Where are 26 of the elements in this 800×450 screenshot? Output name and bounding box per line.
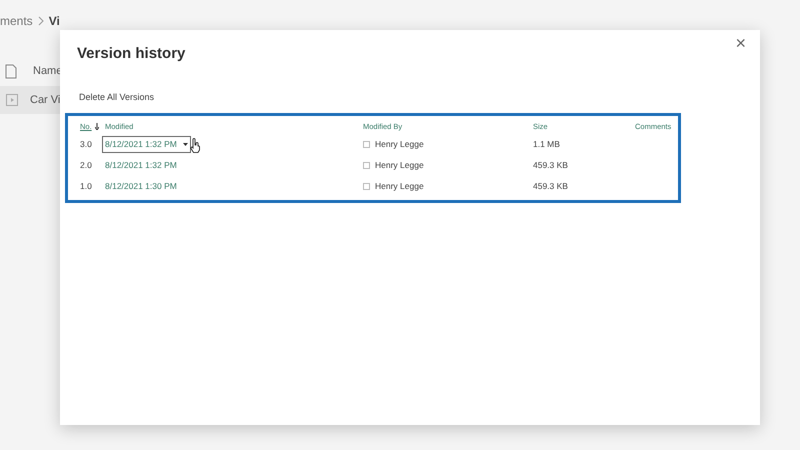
date-link[interactable]: 8/12/2021 1:32 PM [105, 158, 177, 172]
version-number: 3.0 [80, 138, 92, 149]
file-size: 1.1 MB [533, 138, 560, 149]
author-name[interactable]: Henry Legge [375, 180, 424, 192]
breadcrumb-item[interactable]: ments [0, 14, 33, 28]
sort-down-icon [94, 123, 99, 130]
date-dropdown-button[interactable]: 8/12/2021 1:32 PM [102, 136, 191, 152]
author-name[interactable]: Henry Legge [375, 158, 424, 172]
author-name[interactable]: Henry Legge [375, 138, 424, 150]
file-size: 459.3 KB [533, 160, 568, 170]
breadcrumb-item[interactable]: Vi [48, 14, 60, 28]
video-file-icon [6, 94, 18, 106]
presence-icon [363, 182, 370, 190]
presence-icon [363, 162, 370, 168]
chevron-icon [36, 16, 45, 26]
delete-all-versions-button[interactable]: Delete All Versions [79, 90, 154, 104]
file-icon [5, 64, 17, 79]
caret-icon [182, 142, 188, 146]
dialog-title: Version history [77, 44, 186, 64]
presence-icon [363, 140, 370, 148]
version-number: 1.0 [80, 180, 92, 191]
file-size: 459.3 KB [533, 180, 568, 191]
close-button[interactable]: × [731, 34, 750, 52]
version-number: 2.0 [80, 160, 92, 170]
date-link[interactable]: 8/12/2021 1:30 PM [105, 180, 177, 192]
hand-cursor-icon [190, 138, 200, 153]
